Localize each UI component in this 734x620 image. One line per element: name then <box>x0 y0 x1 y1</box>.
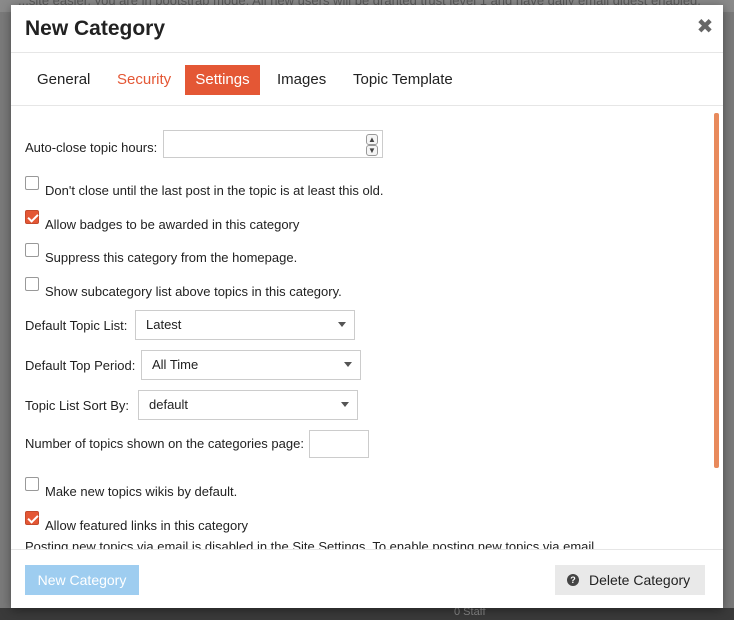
tab-settings[interactable]: Settings <box>185 65 260 95</box>
show-subcategory-label: Show subcategory list above topics in th… <box>45 284 342 299</box>
wikis-label: Make new topics wikis by default. <box>45 484 238 499</box>
num-topics-input[interactable] <box>309 430 369 458</box>
scrollbar[interactable] <box>714 113 719 468</box>
allow-badges-checkbox[interactable] <box>25 210 39 224</box>
default-topic-list-value: Latest <box>146 317 182 332</box>
show-subcategory-checkbox[interactable] <box>25 277 39 291</box>
suppress-homepage-checkbox[interactable] <box>25 243 39 257</box>
modal-title: New Category <box>25 17 166 40</box>
question-icon: ? <box>567 574 579 586</box>
modal-footer: New Category ? Delete Category <box>11 549 723 608</box>
allow-badges-label: Allow badges to be awarded in this categ… <box>45 217 300 232</box>
auto-close-hours-input[interactable]: ▲ ▼ <box>163 130 383 158</box>
email-posting-note: Posting new topics via email is disabled… <box>25 539 598 549</box>
tab-images[interactable]: Images <box>265 65 338 95</box>
default-top-period-select[interactable]: All Time <box>141 350 361 380</box>
spin-down-icon[interactable]: ▼ <box>366 145 378 156</box>
close-icon[interactable]: ✖ <box>694 15 716 39</box>
sort-by-label: Topic List Sort By: <box>25 398 130 413</box>
tab-bar: General Security Settings Images Topic T… <box>11 53 723 106</box>
default-topic-list-select[interactable]: Latest <box>135 310 355 340</box>
featured-links-checkbox[interactable] <box>25 511 39 525</box>
new-category-modal: New Category ✖ General Security Settings… <box>11 5 723 608</box>
wikis-checkbox[interactable] <box>25 477 39 491</box>
sort-by-value: default <box>149 397 189 412</box>
backdrop-right <box>723 12 734 620</box>
default-top-period-label: Default Top Period: <box>25 358 136 373</box>
dont-close-checkbox[interactable] <box>25 176 39 190</box>
new-category-button[interactable]: New Category <box>25 565 139 595</box>
modal-header: New Category ✖ <box>11 5 723 53</box>
suppress-homepage-label: Suppress this category from the homepage… <box>45 250 298 265</box>
tab-security[interactable]: Security <box>105 65 183 95</box>
delete-category-button[interactable]: ? Delete Category <box>555 565 705 595</box>
chevron-down-icon <box>344 362 352 367</box>
backdrop-left <box>0 12 11 620</box>
settings-panel: Auto-close topic hours: ▲ ▼ Don't close … <box>11 106 723 549</box>
sort-by-select[interactable]: default <box>138 390 358 420</box>
tab-general[interactable]: General <box>25 65 102 95</box>
delete-category-label: Delete Category <box>589 572 691 588</box>
auto-close-label: Auto-close topic hours: <box>25 140 158 155</box>
chevron-down-icon <box>341 402 349 407</box>
backdrop-bottom: 0 Staff <box>0 606 734 620</box>
default-top-period-value: All Time <box>152 357 199 372</box>
num-topics-label: Number of topics shown on the categories… <box>25 436 304 451</box>
dont-close-label: Don't close until the last post in the t… <box>45 183 384 198</box>
featured-links-label: Allow featured links in this category <box>45 518 249 533</box>
chevron-down-icon <box>338 322 346 327</box>
tab-topic-template[interactable]: Topic Template <box>341 65 465 95</box>
spin-up-icon[interactable]: ▲ <box>366 134 378 145</box>
default-topic-list-label: Default Topic List: <box>25 318 128 333</box>
